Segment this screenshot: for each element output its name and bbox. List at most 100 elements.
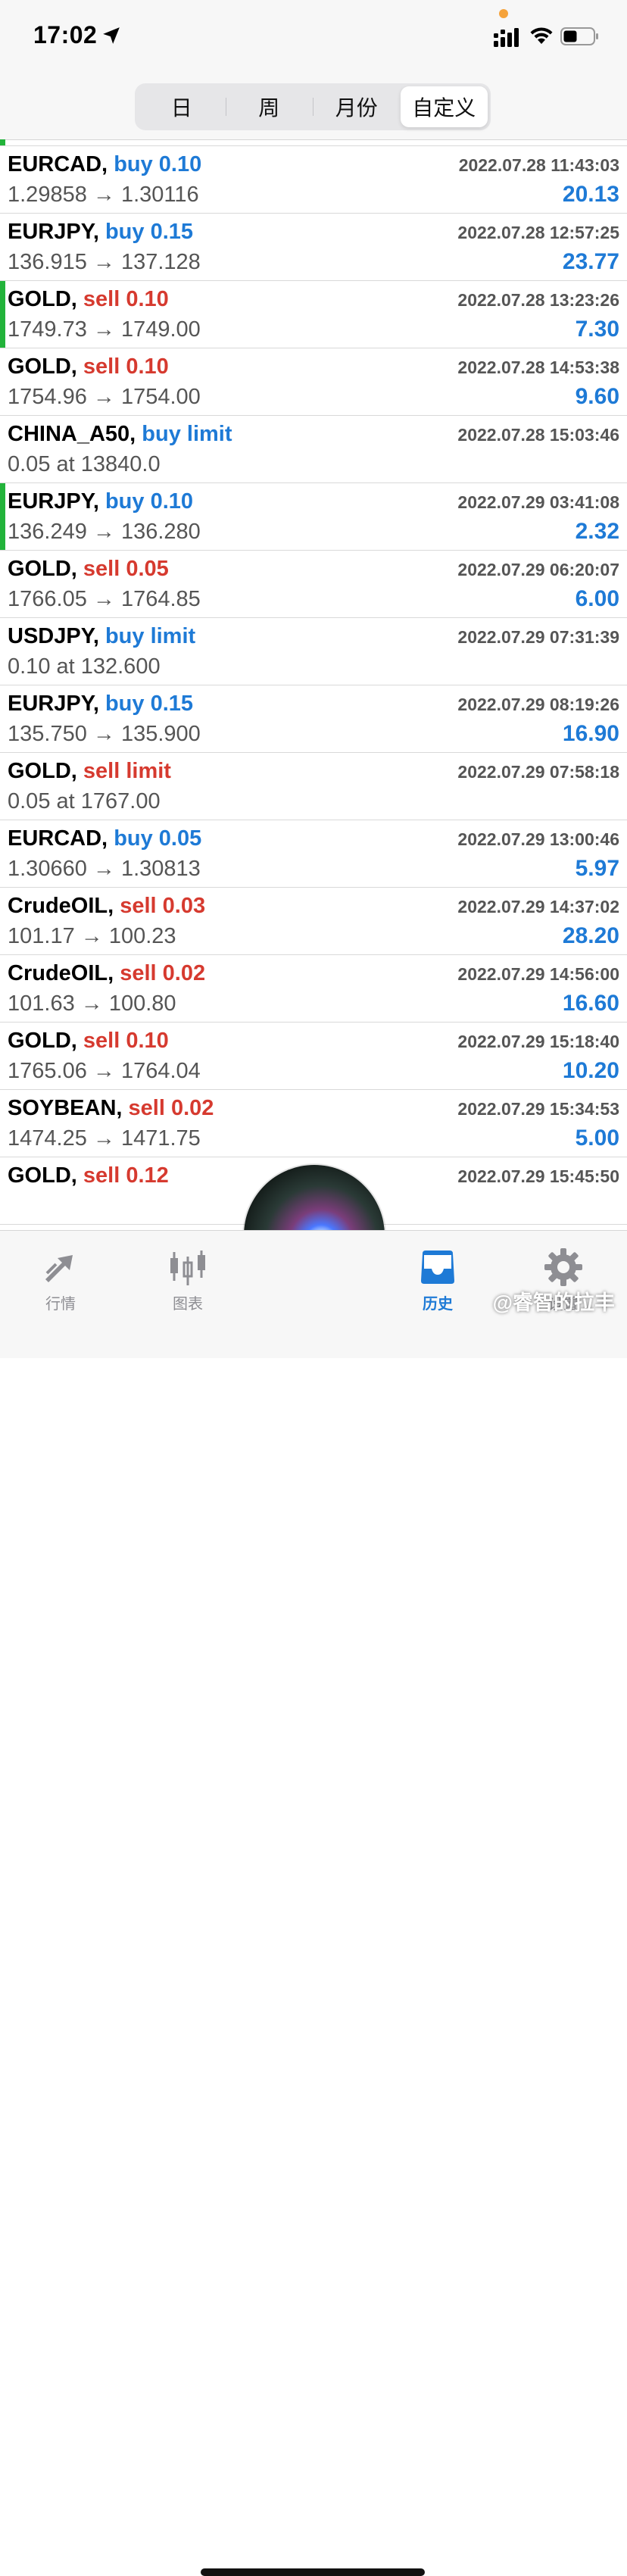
trade-symbol: CrudeOIL, [8, 961, 114, 985]
trade-title: EURCAD, buy 0.10 [8, 152, 201, 177]
location-arrow-icon [103, 27, 120, 44]
trade-profit: 23.77 [562, 249, 619, 274]
trade-title: GOLD, sell 0.10 [8, 354, 169, 379]
trade-profit: 20.13 [562, 182, 619, 207]
trade-prices: 1766.05 → 1764.85 [8, 587, 201, 611]
trade-row[interactable]: CrudeOIL, sell 0.03 2022.07.29 14:37:02 10… [0, 888, 627, 955]
cellular-signal-icon [494, 28, 519, 47]
trade-action: buy limit [104, 624, 196, 648]
tab-month[interactable]: 月份 [313, 86, 401, 127]
trade-title: SOYBEAN, sell 0.02 [8, 1096, 214, 1121]
wifi-icon [530, 27, 553, 44]
trade-row[interactable]: EURCAD, buy 0.10 2022.07.28 11:43:03 1.298… [0, 146, 627, 214]
trade-datetime: 2022.07.29 07:31:39 [457, 627, 619, 647]
tab-history[interactable]: 历史 [392, 1240, 483, 1323]
trade-prices: 0.05 at 1767.00 [8, 789, 161, 813]
trade-row[interactable]: EURJPY, buy 0.10 2022.07.29 03:41:08 136.2… [0, 483, 627, 551]
trade-prices: 0.05 at 13840.0 [8, 452, 161, 476]
trade-symbol: CHINA_A50, [8, 422, 136, 446]
trade-row[interactable]: SOYBEAN, sell 0.02 2022.07.29 15:34:53 147… [0, 1090, 627, 1157]
watermark: @睿智的拉丰 [492, 1291, 615, 1314]
trade-prices: 1754.96 → 1754.00 [8, 385, 201, 409]
trade-profit: 10.20 [562, 1058, 619, 1083]
trade-action: sell limit [83, 759, 171, 783]
trade-prices: 1.29858 → 1.30116 [8, 183, 199, 207]
period-segmented-control: 日 周 月份 自定义 [135, 83, 491, 130]
trade-symbol: CrudeOIL, [8, 894, 114, 918]
trade-row[interactable]: GOLD, sell 0.10 2022.07.29 15:18:40 1765.0… [0, 1023, 627, 1090]
tab-day[interactable]: 日 [138, 86, 226, 127]
trade-action: buy 0.15 [104, 692, 194, 716]
trade-row[interactable]: EURJPY, buy 0.15 2022.07.28 12:57:25 136.9… [0, 214, 627, 281]
status-bar: 17:02 [0, 0, 627, 76]
trade-datetime: 2022.07.29 14:56:00 [457, 964, 619, 984]
tab-quotes[interactable]: 行情 [15, 1240, 106, 1323]
trade-row[interactable]: GOLD, sell limit 2022.07.29 07:58:18 0.05 … [0, 753, 627, 820]
tab-history-label: 历史 [423, 1296, 453, 1313]
trade-prices: 1744.46 → 1740.00 [8, 139, 201, 140]
trade-title: EURJPY, buy 0.15 [8, 692, 193, 717]
trade-action: buy 0.10 [114, 152, 202, 176]
trade-datetime: 2022.07.29 15:45:50 [457, 1166, 619, 1186]
trade-profit: 16.60 [562, 991, 619, 1016]
trade-row[interactable]: GOLD, sell 0.10 2022.07.28 13:23:26 1749.7… [0, 281, 627, 348]
trade-row[interactable]: CrudeOIL, sell 0.02 2022.07.29 14:56:00 10… [0, 955, 627, 1023]
trade-prices: 1474.25 → 1471.75 [8, 1126, 201, 1151]
trade-title: GOLD, sell 0.05 [8, 557, 169, 582]
trade-row[interactable]: CHINA_A50, buy limit 2022.07.28 15:03:46 0… [0, 416, 627, 483]
trade-row[interactable]: GOLD, sell 0.052022.07.28 09:09:091744.4… [0, 139, 627, 146]
trade-datetime: 2022.07.29 14:37:02 [457, 897, 619, 916]
trade-title: USDJPY, buy limit [8, 624, 195, 649]
trade-history-list[interactable]: GOLD, sell 0.052022.07.28 09:09:091744.4… [0, 139, 627, 1230]
trade-prices: 1749.73 → 1749.00 [8, 317, 201, 342]
trade-datetime: 2022.07.29 15:34:53 [457, 1099, 619, 1119]
trade-action: sell 0.03 [120, 894, 206, 918]
quotes-arrows-icon [45, 1255, 73, 1282]
trade-action: buy 0.15 [104, 220, 194, 244]
trade-title: EURCAD, buy 0.05 [8, 826, 201, 851]
trade-profit: 16.90 [562, 721, 619, 746]
trade-action: sell 0.02 [128, 1096, 214, 1120]
trade-symbol: EURCAD, [8, 826, 108, 851]
tab-charts[interactable]: 图表 [142, 1240, 233, 1323]
trade-symbol: USDJPY, [8, 624, 99, 648]
tab-quotes-label: 行情 [45, 1296, 76, 1313]
trade-datetime: 2022.07.28 14:53:38 [457, 358, 619, 377]
trade-row[interactable]: EURCAD, buy 0.05 2022.07.29 13:00:46 1.306… [0, 820, 627, 888]
trade-datetime: 2022.07.28 13:23:26 [457, 290, 619, 310]
trade-profit: 22.30 [563, 139, 619, 140]
trade-profit: 6.00 [575, 586, 619, 611]
trade-row[interactable]: USDJPY, buy limit 2022.07.29 07:31:39 0.10… [0, 618, 627, 685]
history-inbox-icon [421, 1251, 454, 1284]
trade-symbol: GOLD, [8, 354, 77, 379]
trade-action: buy limit [142, 422, 232, 446]
trade-profit: 5.00 [575, 1126, 619, 1151]
trade-datetime: 2022.07.29 15:18:40 [457, 1032, 619, 1051]
trade-symbol: GOLD, [8, 1029, 77, 1053]
trade-prices: 101.63 → 100.80 [8, 991, 176, 1016]
candlestick-chart-icon [170, 1251, 205, 1285]
trade-prices: 0.10 at 132.600 [8, 654, 161, 679]
trade-datetime: 2022.07.29 06:20:07 [457, 560, 619, 579]
trade-symbol: GOLD, [8, 759, 77, 783]
trade-history-list-inner: GOLD, sell 0.052022.07.28 09:09:091744.4… [0, 139, 627, 1225]
trade-action: sell 0.12 [83, 1163, 169, 1188]
trade-symbol: GOLD, [8, 1163, 77, 1188]
tab-week[interactable]: 周 [225, 86, 314, 127]
trade-datetime: 2022.07.29 13:00:46 [457, 829, 619, 849]
period-header: 日 周 月份 自定义 [0, 76, 627, 140]
trade-datetime: 2022.07.28 12:57:25 [457, 223, 619, 242]
trade-datetime: 2022.07.29 07:58:18 [457, 762, 619, 782]
trade-prices: 136.249 → 136.280 [8, 520, 201, 544]
trade-symbol: EURJPY, [8, 692, 99, 716]
trade-row[interactable]: GOLD, sell 0.10 2022.07.28 14:53:38 1754.9… [0, 348, 627, 416]
trade-datetime: 2022.07.29 03:41:08 [457, 492, 619, 512]
trade-row[interactable]: GOLD, sell 0.05 2022.07.29 06:20:07 1766.0… [0, 551, 627, 618]
trade-action: sell 0.05 [83, 557, 169, 581]
trade-symbol: EURJPY, [8, 220, 99, 244]
trade-action: sell 0.10 [83, 1029, 169, 1053]
trade-row[interactable]: EURJPY, buy 0.15 2022.07.29 08:19:26 135.7… [0, 685, 627, 753]
tab-custom[interactable]: 自定义 [400, 86, 488, 127]
trade-title: GOLD, sell limit [8, 759, 171, 784]
trade-datetime: 2022.07.28 11:43:03 [458, 155, 619, 175]
